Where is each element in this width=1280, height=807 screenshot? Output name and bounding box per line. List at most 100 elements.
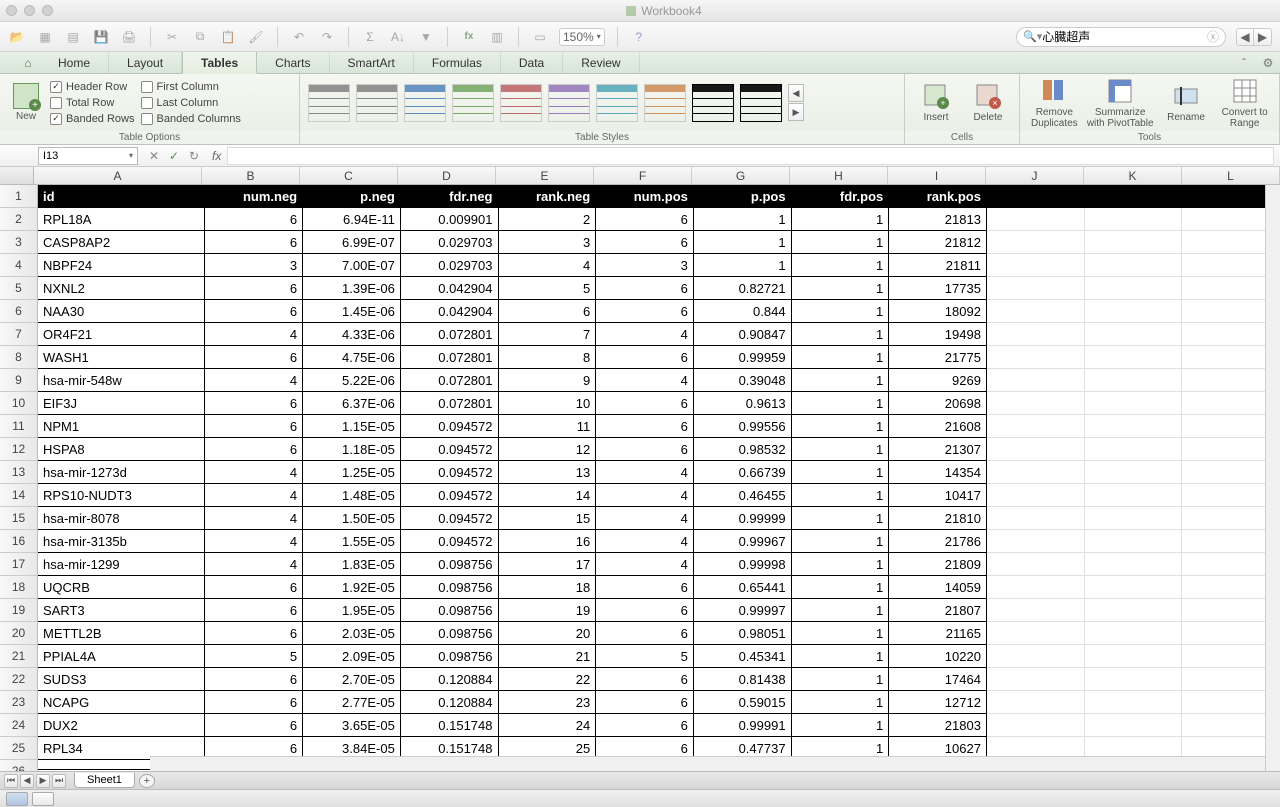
filter-icon[interactable]: ▼ bbox=[417, 28, 435, 46]
table-style-swatch[interactable] bbox=[692, 84, 734, 122]
table-header-cell[interactable]: num.pos bbox=[596, 185, 694, 208]
empty-cell[interactable] bbox=[987, 392, 1085, 415]
empty-cell[interactable] bbox=[1085, 645, 1183, 668]
row-header[interactable]: 13 bbox=[0, 461, 37, 484]
table-style-swatch[interactable] bbox=[596, 84, 638, 122]
save-icon[interactable]: 💾 bbox=[92, 28, 110, 46]
data-cell[interactable]: 0.59015 bbox=[694, 691, 792, 714]
row-header[interactable]: 12 bbox=[0, 438, 37, 461]
data-cell[interactable]: 6 bbox=[596, 392, 694, 415]
data-cell[interactable]: 1 bbox=[792, 438, 890, 461]
data-cell[interactable]: 0.098756 bbox=[401, 553, 499, 576]
data-cell[interactable]: 4 bbox=[205, 461, 303, 484]
data-cell[interactable]: hsa-mir-548w bbox=[38, 369, 205, 392]
data-cell[interactable]: 20698 bbox=[889, 392, 987, 415]
last-sheet-icon[interactable]: ⏭ bbox=[52, 774, 66, 788]
data-cell[interactable]: 19498 bbox=[889, 323, 987, 346]
data-cell[interactable]: 21165 bbox=[889, 622, 987, 645]
empty-cell[interactable] bbox=[987, 438, 1085, 461]
data-cell[interactable]: 6 bbox=[499, 300, 597, 323]
tab-home[interactable]: Home bbox=[40, 52, 109, 73]
banded-columns-checkbox[interactable] bbox=[141, 113, 153, 125]
data-cell[interactable]: 10220 bbox=[889, 645, 987, 668]
data-cell[interactable]: 0.99997 bbox=[694, 599, 792, 622]
data-cell[interactable]: 4 bbox=[205, 369, 303, 392]
data-cell[interactable]: 1 bbox=[792, 668, 890, 691]
data-cell[interactable]: 4 bbox=[205, 553, 303, 576]
data-cell[interactable]: SUDS3 bbox=[38, 668, 205, 691]
data-cell[interactable]: 1 bbox=[694, 231, 792, 254]
data-cell[interactable]: 24 bbox=[499, 714, 597, 737]
data-cell[interactable]: 1 bbox=[792, 507, 890, 530]
data-cell[interactable]: 0.90847 bbox=[694, 323, 792, 346]
table-header-cell[interactable]: fdr.pos bbox=[792, 185, 890, 208]
data-cell[interactable]: 6 bbox=[596, 714, 694, 737]
data-cell[interactable]: 1 bbox=[792, 231, 890, 254]
tab-layout[interactable]: Layout bbox=[109, 52, 182, 73]
data-cell[interactable]: 6 bbox=[205, 231, 303, 254]
data-cell[interactable]: 0.99556 bbox=[694, 415, 792, 438]
search-next[interactable]: ▶ bbox=[1254, 28, 1272, 46]
data-cell[interactable]: 3 bbox=[596, 254, 694, 277]
tab-review[interactable]: Review bbox=[563, 52, 639, 73]
insert-button[interactable]: + Insert bbox=[913, 82, 959, 123]
data-cell[interactable]: 4 bbox=[205, 507, 303, 530]
data-cell[interactable]: 0.094572 bbox=[401, 507, 499, 530]
data-cell[interactable]: 5 bbox=[205, 645, 303, 668]
empty-cell[interactable] bbox=[987, 668, 1085, 691]
row-header[interactable]: 8 bbox=[0, 346, 37, 369]
home-icon[interactable]: ⌂ bbox=[16, 52, 40, 73]
minimize-window[interactable] bbox=[24, 5, 35, 16]
row-header[interactable]: 11 bbox=[0, 415, 37, 438]
data-cell[interactable]: 9269 bbox=[889, 369, 987, 392]
data-cell[interactable]: 4 bbox=[596, 507, 694, 530]
table-header-cell[interactable]: rank.pos bbox=[889, 185, 987, 208]
data-cell[interactable]: 1.55E-05 bbox=[303, 530, 401, 553]
data-cell[interactable]: 1 bbox=[792, 415, 890, 438]
data-cell[interactable]: 6 bbox=[596, 576, 694, 599]
data-cell[interactable]: 21809 bbox=[889, 553, 987, 576]
data-cell[interactable]: 10417 bbox=[889, 484, 987, 507]
clear-search-icon[interactable]: ⓧ bbox=[1207, 28, 1219, 45]
data-cell[interactable]: 1 bbox=[792, 323, 890, 346]
data-cell[interactable]: 6 bbox=[596, 691, 694, 714]
data-cell[interactable]: 0.098756 bbox=[401, 576, 499, 599]
data-cell[interactable]: 6.37E-06 bbox=[303, 392, 401, 415]
empty-cell[interactable] bbox=[1085, 231, 1183, 254]
data-cell[interactable]: 1 bbox=[694, 208, 792, 231]
data-cell[interactable]: 6 bbox=[205, 346, 303, 369]
tab-formulas[interactable]: Formulas bbox=[414, 52, 501, 73]
data-cell[interactable]: 21813 bbox=[889, 208, 987, 231]
column-header[interactable]: A bbox=[34, 167, 202, 184]
data-cell[interactable]: 1.50E-05 bbox=[303, 507, 401, 530]
last-column-checkbox[interactable] bbox=[141, 97, 153, 109]
data-cell[interactable]: 6 bbox=[205, 599, 303, 622]
empty-cell[interactable] bbox=[1085, 484, 1183, 507]
data-cell[interactable]: 13 bbox=[499, 461, 597, 484]
column-header[interactable]: F bbox=[594, 167, 692, 184]
format-painter-icon[interactable]: 🖌 bbox=[247, 28, 265, 46]
close-window[interactable] bbox=[6, 5, 17, 16]
copy-icon[interactable]: ⧉ bbox=[191, 28, 209, 46]
data-cell[interactable]: 21775 bbox=[889, 346, 987, 369]
data-cell[interactable]: 0.120884 bbox=[401, 668, 499, 691]
undo-icon[interactable]: ↶ bbox=[290, 28, 308, 46]
column-header[interactable]: G bbox=[692, 167, 790, 184]
row-header[interactable]: 7 bbox=[0, 323, 37, 346]
show-hide-icon[interactable]: ▭ bbox=[531, 28, 549, 46]
data-cell[interactable]: 8 bbox=[499, 346, 597, 369]
table-style-swatch[interactable] bbox=[644, 84, 686, 122]
empty-cell[interactable] bbox=[1085, 208, 1183, 231]
empty-cell[interactable] bbox=[987, 461, 1085, 484]
row-header[interactable]: 5 bbox=[0, 277, 37, 300]
data-cell[interactable]: 2.77E-05 bbox=[303, 691, 401, 714]
header-row-checkbox[interactable] bbox=[50, 81, 62, 93]
select-all-corner[interactable] bbox=[0, 167, 34, 184]
row-header[interactable]: 6 bbox=[0, 300, 37, 323]
data-cell[interactable]: 16 bbox=[499, 530, 597, 553]
data-cell[interactable]: 7 bbox=[499, 323, 597, 346]
data-cell[interactable]: METTL2B bbox=[38, 622, 205, 645]
data-cell[interactable]: 22 bbox=[499, 668, 597, 691]
horizontal-scrollbar[interactable] bbox=[150, 756, 1265, 771]
gallery-nav-next[interactable]: ▶ bbox=[788, 103, 804, 121]
